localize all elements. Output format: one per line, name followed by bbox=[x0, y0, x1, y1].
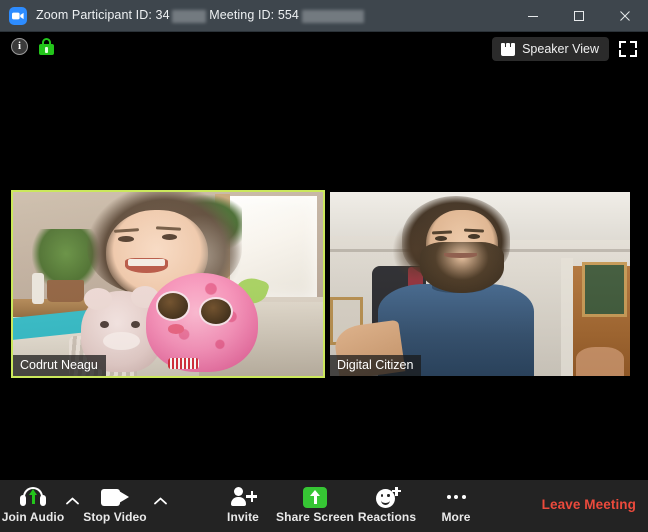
gallery-grid-icon bbox=[501, 42, 516, 56]
video-camera-icon bbox=[101, 485, 129, 509]
window-title-bar: Zoom Participant ID: 34 Meeting ID: 554 bbox=[0, 0, 648, 32]
zoom-video-logo-icon bbox=[9, 6, 27, 25]
join-audio-button[interactable]: Join Audio bbox=[0, 485, 68, 530]
video-scene-child-with-toys bbox=[13, 192, 323, 376]
window-title-text: Zoom Participant ID: 34 Meeting ID: 554 bbox=[36, 8, 364, 23]
share-screen-button[interactable]: Share Screen bbox=[276, 485, 354, 530]
fullscreen-corner-tl bbox=[619, 41, 626, 48]
video-scene-man-in-room bbox=[330, 192, 630, 376]
grid-icon-body bbox=[501, 47, 516, 56]
share-screen-up-arrow-icon bbox=[303, 485, 327, 509]
headset-join-audio-icon bbox=[20, 485, 46, 509]
meeting-status-icons: i bbox=[11, 38, 54, 55]
ellipsis-icon bbox=[445, 485, 467, 509]
grid-icon-top bbox=[501, 42, 516, 47]
zoom-meeting-window: Zoom Participant ID: 34 Meeting ID: 554 … bbox=[0, 0, 648, 532]
stop-video-label: Stop Video bbox=[83, 510, 147, 524]
add-person-icon bbox=[231, 485, 257, 509]
video-tile-participant[interactable]: Digital Citizen bbox=[330, 192, 630, 376]
participant-id-label: Zoom Participant ID: bbox=[36, 8, 152, 23]
invite-label: Invite bbox=[227, 510, 259, 524]
view-controls: Speaker View bbox=[492, 37, 638, 61]
share-screen-label: Share Screen bbox=[276, 510, 354, 524]
info-glyph: i bbox=[17, 40, 22, 52]
encryption-lock-icon[interactable] bbox=[39, 38, 54, 55]
more-button[interactable]: More bbox=[421, 485, 491, 530]
meeting-id-label: Meeting ID: bbox=[209, 8, 275, 23]
reactions-button[interactable]: Reactions bbox=[352, 485, 422, 530]
invite-button[interactable]: Invite bbox=[208, 485, 278, 530]
video-tile-active-speaker[interactable]: Codrut Neagu bbox=[11, 190, 325, 378]
audio-options-chevron-up-icon[interactable] bbox=[64, 493, 80, 509]
join-audio-label: Join Audio bbox=[1, 510, 65, 524]
meeting-toolbar: Join Audio Stop Video Invite Share Scree… bbox=[0, 480, 648, 532]
lock-body bbox=[39, 44, 54, 55]
minimize-button[interactable] bbox=[510, 0, 556, 32]
reactions-label: Reactions bbox=[357, 510, 417, 524]
leave-meeting-button[interactable]: Leave Meeting bbox=[542, 497, 636, 512]
fullscreen-corner-br bbox=[630, 50, 637, 57]
video-options-chevron-up-icon[interactable] bbox=[152, 493, 168, 509]
close-button[interactable] bbox=[602, 0, 648, 32]
participant-name-tag: Digital Citizen bbox=[330, 354, 422, 376]
lock-keyhole bbox=[45, 46, 48, 53]
speaker-view-button[interactable]: Speaker View bbox=[492, 37, 609, 61]
enter-fullscreen-icon[interactable] bbox=[618, 39, 638, 59]
participant-id-value: 34 bbox=[155, 8, 170, 23]
meeting-id-value: 554 bbox=[277, 8, 299, 23]
smiley-plus-icon bbox=[375, 485, 401, 509]
video-stage: i Speaker View Codrut Neagu Digital Citi… bbox=[0, 32, 648, 480]
participant-name-tag: Codrut Neagu bbox=[13, 354, 106, 376]
meeting-id-redacted bbox=[301, 9, 364, 23]
fullscreen-corner-tr bbox=[630, 41, 637, 48]
video-feed-digital-citizen bbox=[330, 192, 630, 376]
more-label: More bbox=[441, 510, 471, 524]
fullscreen-corner-bl bbox=[619, 50, 626, 57]
window-controls bbox=[510, 0, 648, 32]
participant-id-redacted bbox=[171, 9, 206, 23]
video-feed-codrut-neagu bbox=[13, 192, 323, 376]
stop-video-button[interactable]: Stop Video bbox=[80, 485, 150, 530]
maximize-button[interactable] bbox=[556, 0, 602, 32]
speaker-view-label: Speaker View bbox=[522, 42, 599, 56]
info-icon[interactable]: i bbox=[11, 38, 28, 55]
